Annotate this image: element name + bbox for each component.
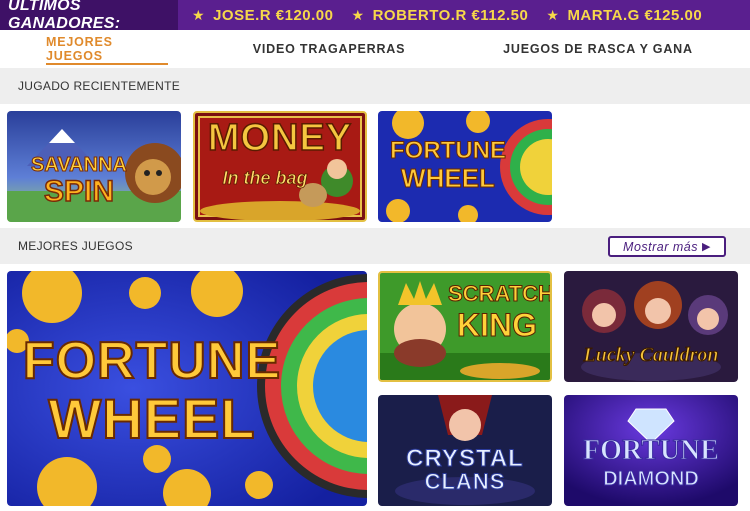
ticker-list: ★ JOSE.R €120.00 ★ ROBERTO.R €112.50 ★ M… — [192, 0, 702, 30]
game-subtitle: CLANS — [424, 469, 506, 494]
game-tile-fortune-wheel-small[interactable]: FORTUNE WHEEL — [378, 111, 552, 222]
game-subtitle: DIAMOND — [603, 468, 700, 490]
winner-amount: €112.50 — [471, 6, 529, 24]
winner-item: ★ MARTA.G €125.00 — [546, 7, 702, 24]
show-more-label: Mostrar más — [623, 239, 698, 254]
show-more-button[interactable]: Mostrar más ▶ — [608, 236, 726, 257]
star-icon: ★ — [192, 6, 206, 23]
tab-juegos-rasca-gana[interactable]: JUEGOS DE RASCA Y GANA — [500, 30, 696, 68]
game-title: FORTUNE — [22, 332, 282, 390]
game-tile-money-in-the-bag[interactable]: MONEY In the bag — [193, 111, 367, 222]
best-section-header: MEJORES JUEGOS Mostrar más ▶ — [0, 228, 750, 264]
game-title: Lucky Cauldron — [583, 344, 719, 366]
game-title: MONEY — [207, 117, 353, 159]
category-tabs: MEJORES JUEGOS VIDEO TRAGAPERRAS JUEGOS … — [0, 30, 750, 68]
game-tile-fortune-wheel-featured[interactable]: FORTUNE WHEEL — [7, 271, 367, 506]
winner-item: ★ JOSE.R €120.00 — [192, 7, 334, 24]
game-tile-scratch-king[interactable]: SCRATCH KING — [378, 271, 552, 382]
ticker-title: ÚLTIMOS GANADORES: — [0, 0, 178, 30]
game-subtitle: KING — [457, 307, 538, 343]
game-title: FORTUNE — [390, 137, 507, 164]
section-title: JUGADO RECIENTEMENTE — [18, 79, 181, 93]
game-subtitle: WHEEL — [47, 387, 256, 450]
tab-mejores-juegos[interactable]: MEJORES JUEGOS — [46, 30, 168, 68]
game-tile-crystal-clans[interactable]: CRYSTAL CLANS — [378, 395, 552, 506]
play-arrow-icon: ▶ — [701, 241, 711, 253]
winner-name: ROBERTO.R — [372, 6, 467, 24]
star-icon: ★ — [351, 6, 365, 23]
winner-name: JOSE.R — [213, 6, 272, 24]
game-title: SAVANNA — [31, 154, 128, 176]
game-tile-lucky-cauldron[interactable]: Lucky Cauldron — [564, 271, 738, 382]
winner-amount: €125.00 — [644, 6, 703, 24]
game-tile-fortune-diamond[interactable]: FORTUNE DIAMOND — [564, 395, 738, 506]
game-tile-savanna-spin[interactable]: SAVANNA SPIN — [7, 111, 181, 222]
recent-section-header: JUGADO RECIENTEMENTE — [0, 68, 750, 104]
tab-video-tragaperras[interactable]: VIDEO TRAGAPERRAS — [250, 30, 408, 68]
winner-amount: €120.00 — [275, 6, 334, 24]
game-subtitle: SPIN — [43, 175, 115, 208]
game-title: FORTUNE — [583, 435, 720, 466]
game-subtitle: In the bag — [222, 168, 308, 188]
winner-name: MARTA.G — [567, 6, 640, 24]
star-icon: ★ — [546, 6, 560, 23]
game-title: CRYSTAL — [406, 445, 524, 472]
section-title: MEJORES JUEGOS — [18, 239, 133, 253]
game-subtitle: WHEEL — [401, 163, 496, 193]
winner-item: ★ ROBERTO.R €112.50 — [352, 7, 529, 24]
winners-ticker: ÚLTIMOS GANADORES: ★ JOSE.R €120.00 ★ RO… — [0, 0, 750, 30]
game-title: SCRATCH — [448, 281, 552, 306]
